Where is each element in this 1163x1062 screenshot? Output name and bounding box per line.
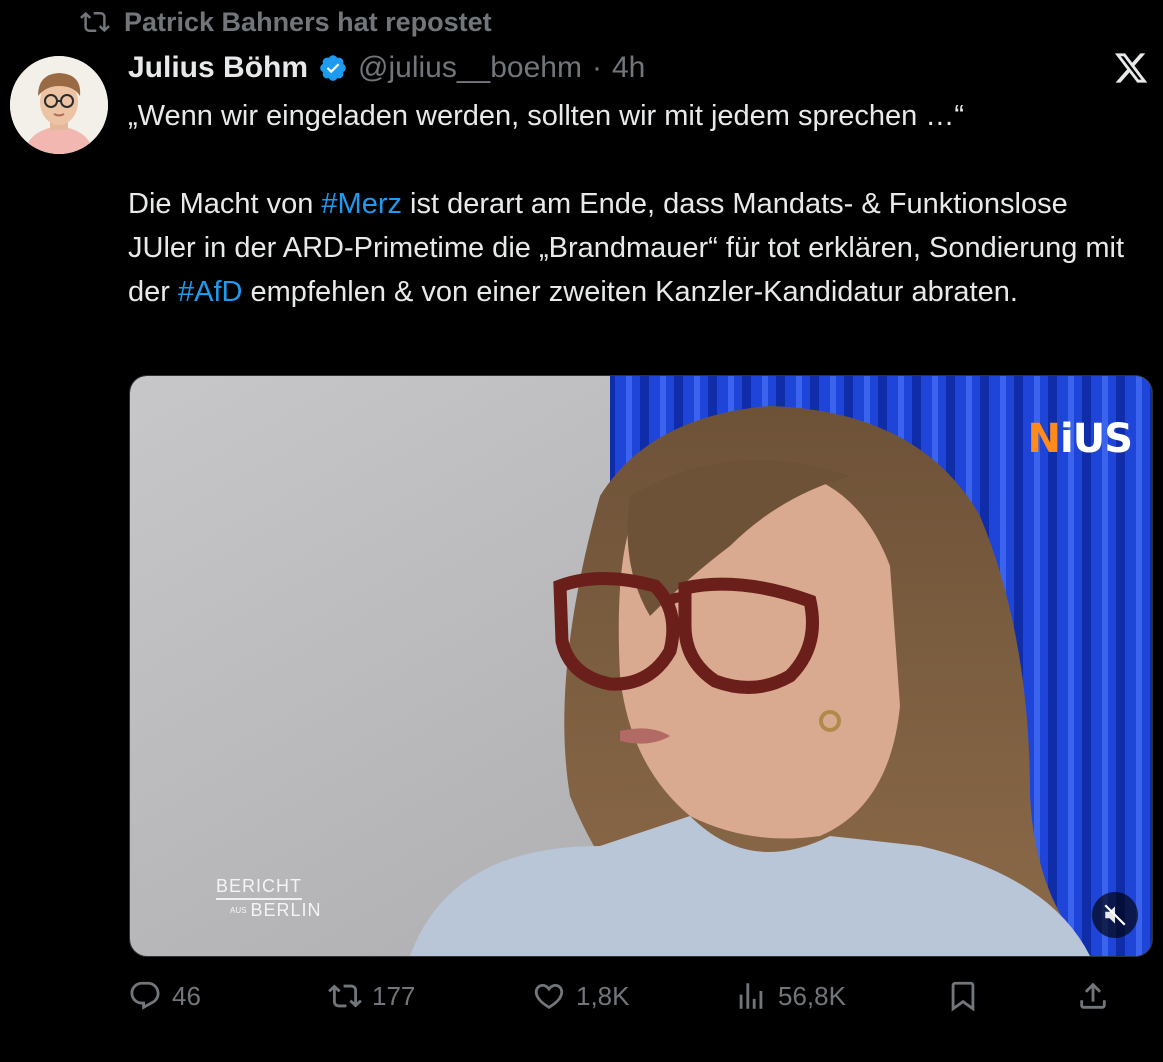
reply-count: 46 bbox=[172, 980, 201, 1011]
tweet-text: „Wenn wir eingeladen werden, sollten wir… bbox=[128, 94, 1128, 314]
timestamp[interactable]: 4h bbox=[612, 51, 645, 85]
hashtag-merz[interactable]: #Merz bbox=[321, 188, 402, 220]
heart-icon bbox=[534, 983, 564, 1009]
repost-count: 177 bbox=[372, 980, 416, 1011]
video-frame bbox=[130, 376, 1152, 956]
share-button[interactable] bbox=[1076, 972, 1110, 1020]
bookmark-button[interactable] bbox=[946, 972, 980, 1020]
tweet-card: Patrick Bahners hat repostet Julius Böhm… bbox=[0, 0, 1163, 1062]
hashtag-afd[interactable]: #AfD bbox=[178, 276, 242, 308]
show-logo-line1: BERICHT bbox=[216, 876, 303, 900]
avatar[interactable] bbox=[10, 56, 108, 154]
tweet-body-part3: empfehlen & von einer zweiten Kanzler-Ka… bbox=[242, 276, 1018, 308]
reply-icon bbox=[130, 981, 160, 1010]
verified-badge-icon[interactable] bbox=[318, 53, 348, 83]
muted-speaker-icon bbox=[1104, 904, 1126, 926]
repost-label: Patrick Bahners hat repostet bbox=[124, 6, 492, 37]
repost-icon bbox=[328, 984, 362, 1008]
watermark-rest: iUS bbox=[1060, 416, 1133, 462]
repost-button[interactable]: 177 bbox=[328, 972, 415, 1020]
separator-dot: · bbox=[591, 51, 602, 84]
reply-button[interactable]: 46 bbox=[128, 972, 201, 1020]
view-count: 56,8K bbox=[778, 980, 846, 1011]
repost-indicator[interactable]: Patrick Bahners hat repostet bbox=[80, 4, 492, 40]
tweet-body-part1: Die Macht von bbox=[128, 188, 322, 220]
tweet-quote-line: „Wenn wir eingeladen werden, sollten wir… bbox=[128, 100, 965, 132]
repost-icon bbox=[80, 11, 110, 33]
watermark-n: N bbox=[1027, 416, 1061, 462]
views-button[interactable]: 56,8K bbox=[734, 972, 846, 1020]
like-button[interactable]: 1,8K bbox=[532, 972, 630, 1020]
x-logo-icon[interactable] bbox=[1113, 50, 1149, 86]
bookmark-icon bbox=[951, 981, 975, 1012]
show-logo: BERICHT AUS BERLIN bbox=[216, 876, 321, 921]
like-count: 1,8K bbox=[576, 980, 630, 1011]
author-handle[interactable]: @julius__boehm bbox=[358, 51, 582, 85]
author-name[interactable]: Julius Böhm bbox=[128, 51, 308, 85]
tweet-body: Die Macht von #Merz ist derart am Ende, … bbox=[128, 182, 1128, 314]
avatar-image bbox=[10, 56, 108, 154]
video-player[interactable]: NiUS BERICHT AUS BERLIN bbox=[129, 375, 1153, 957]
show-logo-line2: BERLIN bbox=[250, 900, 322, 920]
show-logo-aus: AUS bbox=[230, 906, 247, 916]
unmute-button[interactable] bbox=[1092, 892, 1138, 938]
channel-watermark: NiUS bbox=[1027, 416, 1133, 462]
bar-chart-icon bbox=[739, 983, 763, 1009]
tweet-header: Julius Böhm @julius__boehm · 4h bbox=[128, 48, 645, 88]
action-bar: 46 177 1,8K 56,8K bbox=[128, 972, 1128, 1020]
share-icon bbox=[1080, 982, 1106, 1009]
